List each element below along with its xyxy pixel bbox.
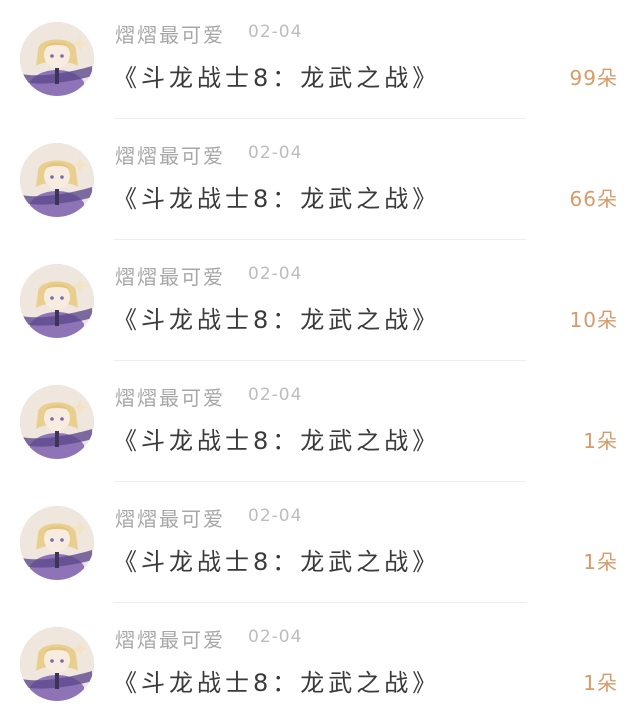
divider: [114, 481, 526, 482]
post-title[interactable]: 《斗龙战士8：龙武之战》: [113, 179, 440, 214]
post-title[interactable]: 《斗龙战士8：龙武之战》: [113, 58, 440, 93]
list-item[interactable]: 熠熠最可爱 02-04 《斗龙战士8：龙武之战》 10朵: [0, 242, 640, 363]
post-title[interactable]: 《斗龙战士8：龙武之战》: [113, 300, 440, 335]
divider: [114, 118, 526, 119]
flower-count: 1朵: [583, 671, 618, 695]
username[interactable]: 熠熠最可爱: [115, 382, 225, 411]
flower-count: 1朵: [583, 429, 618, 453]
post-date: 02-04: [248, 506, 303, 526]
flower-count: 99朵: [569, 66, 618, 90]
avatar[interactable]: [20, 627, 94, 701]
anime-avatar-icon: [20, 627, 94, 701]
flower-count: 66朵: [569, 187, 618, 211]
username[interactable]: 熠熠最可爱: [115, 624, 225, 653]
username[interactable]: 熠熠最可爱: [115, 19, 225, 48]
divider: [114, 239, 526, 240]
flower-count: 1朵: [583, 550, 618, 574]
username[interactable]: 熠熠最可爱: [115, 140, 225, 169]
anime-avatar-icon: [20, 264, 94, 338]
divider: [114, 360, 526, 361]
post-date: 02-04: [248, 143, 303, 163]
post-date: 02-04: [248, 627, 303, 647]
list-item[interactable]: 熠熠最可爱 02-04 《斗龙战士8：龙武之战》 1朵: [0, 363, 640, 484]
avatar[interactable]: [20, 143, 94, 217]
divider: [114, 602, 526, 603]
flower-count: 10朵: [569, 308, 618, 332]
list-item[interactable]: 熠熠最可爱 02-04 《斗龙战士8：龙武之战》 66朵: [0, 121, 640, 242]
list-item[interactable]: 熠熠最可爱 02-04 《斗龙战士8：龙武之战》 1朵: [0, 484, 640, 605]
post-date: 02-04: [248, 22, 303, 42]
anime-avatar-icon: [20, 385, 94, 459]
avatar[interactable]: [20, 264, 94, 338]
post-list: 熠熠最可爱 02-04 《斗龙战士8：龙武之战》 99朵 熠熠最可爱 02-04…: [0, 0, 640, 726]
username[interactable]: 熠熠最可爱: [115, 503, 225, 532]
anime-avatar-icon: [20, 506, 94, 580]
list-item[interactable]: 熠熠最可爱 02-04 《斗龙战士8：龙武之战》 99朵: [0, 0, 640, 121]
post-title[interactable]: 《斗龙战士8：龙武之战》: [113, 663, 440, 698]
post-date: 02-04: [248, 385, 303, 405]
username[interactable]: 熠熠最可爱: [115, 261, 225, 290]
avatar[interactable]: [20, 22, 94, 96]
post-title[interactable]: 《斗龙战士8：龙武之战》: [113, 421, 440, 456]
avatar[interactable]: [20, 385, 94, 459]
list-item[interactable]: 熠熠最可爱 02-04 《斗龙战士8：龙武之战》 1朵: [0, 605, 640, 726]
avatar[interactable]: [20, 506, 94, 580]
post-date: 02-04: [248, 264, 303, 284]
anime-avatar-icon: [20, 22, 94, 96]
post-title[interactable]: 《斗龙战士8：龙武之战》: [113, 542, 440, 577]
anime-avatar-icon: [20, 143, 94, 217]
